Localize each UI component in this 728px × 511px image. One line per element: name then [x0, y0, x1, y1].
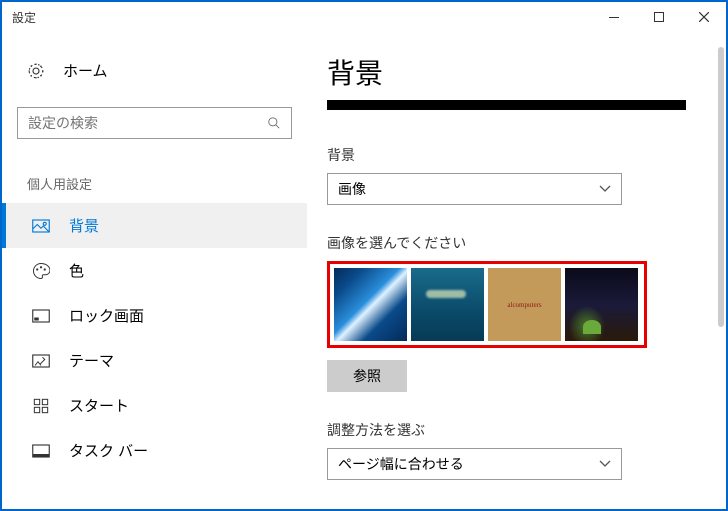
maximize-icon — [654, 12, 664, 22]
image-thumbnails-highlight: alcomputers — [327, 261, 647, 348]
picture-icon — [31, 219, 51, 233]
minimize-button[interactable] — [591, 2, 636, 32]
search-field[interactable] — [28, 115, 267, 131]
nav-label: ロック画面 — [69, 305, 144, 326]
search-icon — [267, 116, 281, 130]
close-button[interactable] — [681, 2, 726, 32]
background-dropdown[interactable]: 画像 — [327, 173, 622, 205]
title-underline — [327, 100, 686, 110]
nav-item-background[interactable]: 背景 — [2, 203, 307, 248]
nav-item-lockscreen[interactable]: ロック画面 — [2, 293, 307, 338]
chevron-down-icon — [599, 185, 611, 193]
nav-label: テーマ — [69, 350, 114, 371]
home-label: ホーム — [63, 60, 108, 81]
thumbnail-3[interactable]: alcomputers — [488, 268, 561, 341]
window-title: 設定 — [12, 9, 36, 26]
thumbnail-4[interactable] — [565, 268, 638, 341]
background-label: 背景 — [327, 145, 686, 165]
fit-label: 調整方法を選ぶ — [327, 420, 686, 440]
dropdown-value: 画像 — [338, 179, 366, 199]
nav-item-start[interactable]: スタート — [2, 383, 307, 428]
thumbnail-2[interactable] — [411, 268, 484, 341]
search-input[interactable] — [17, 107, 292, 139]
theme-icon — [31, 354, 51, 368]
palette-icon — [31, 262, 51, 280]
minimize-icon — [609, 17, 619, 18]
gear-icon — [27, 62, 45, 80]
main-panel: 背景 背景 画像 画像を選んでください alcomputers 参照 調整方法を… — [307, 32, 726, 509]
nav-item-taskbar[interactable]: タスク バー — [2, 428, 307, 473]
close-icon — [699, 12, 709, 22]
page-title: 背景 — [327, 52, 686, 92]
choose-image-label: 画像を選んでください — [327, 233, 686, 253]
maximize-button[interactable] — [636, 2, 681, 32]
nav-label: 背景 — [69, 215, 99, 236]
nav-item-colors[interactable]: 色 — [2, 248, 307, 293]
lockscreen-icon — [31, 309, 51, 323]
thumbnail-1[interactable] — [334, 268, 407, 341]
window-controls — [591, 2, 726, 32]
taskbar-icon — [31, 444, 51, 458]
chevron-down-icon — [599, 460, 611, 468]
nav-label: スタート — [69, 395, 129, 416]
nav-item-themes[interactable]: テーマ — [2, 338, 307, 383]
nav-label: タスク バー — [69, 440, 148, 461]
scrollbar[interactable] — [718, 47, 724, 327]
group-label: 個人用設定 — [2, 164, 307, 203]
dropdown-value: ページ幅に合わせる — [338, 454, 464, 474]
nav-label: 色 — [69, 260, 84, 281]
start-icon — [31, 398, 51, 414]
sidebar: ホーム 個人用設定 背景 色 ロック画面 — [2, 32, 307, 509]
fit-dropdown[interactable]: ページ幅に合わせる — [327, 448, 622, 480]
browse-button[interactable]: 参照 — [327, 360, 407, 392]
home-button[interactable]: ホーム — [2, 52, 307, 89]
